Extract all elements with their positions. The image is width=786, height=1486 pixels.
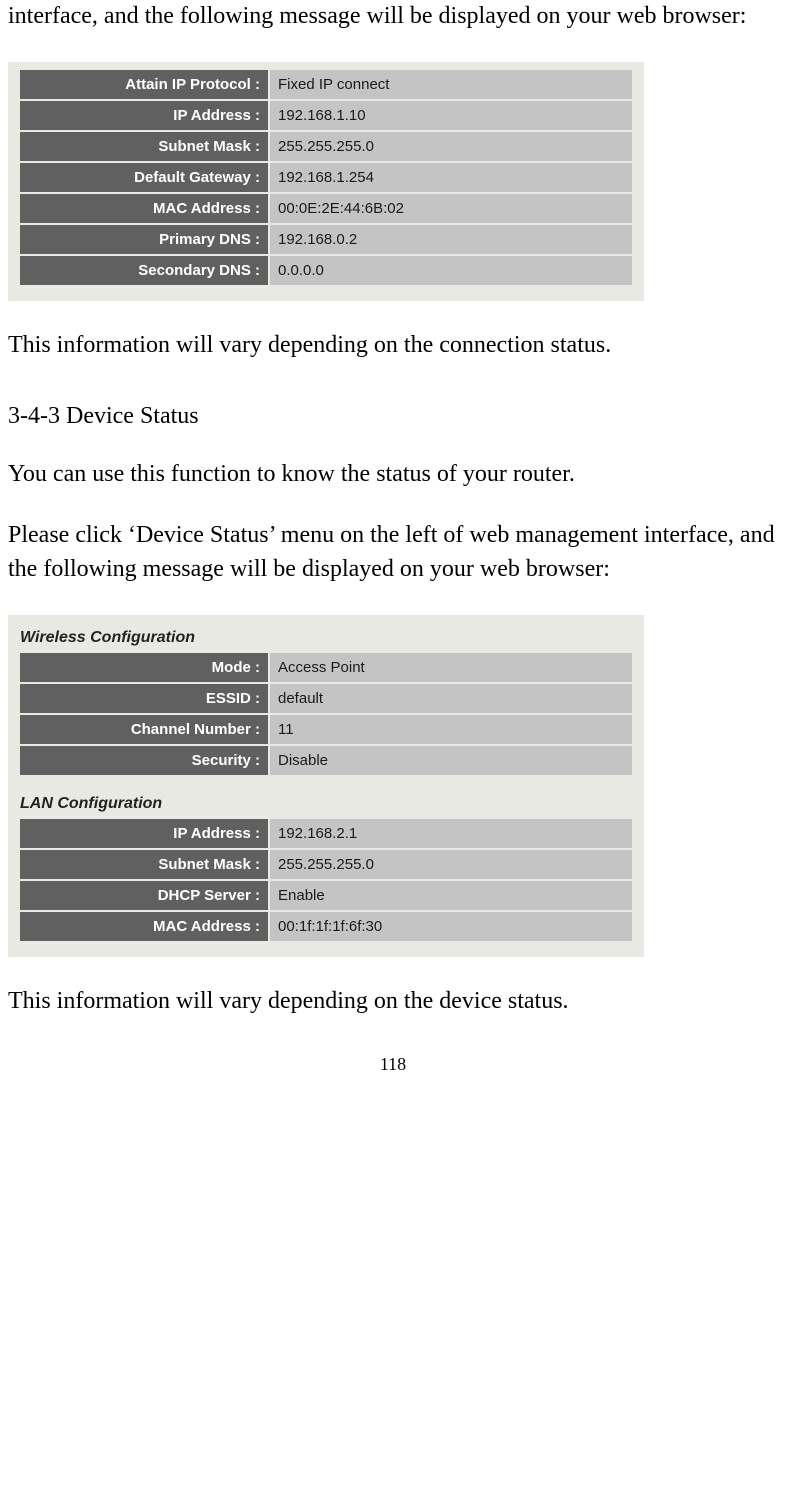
row-value: 255.255.255.0 — [270, 132, 632, 161]
row-value: 00:0E:2E:44:6B:02 — [270, 194, 632, 223]
row-label: ESSID : — [20, 684, 268, 713]
row-value: 192.168.1.10 — [270, 101, 632, 130]
table-row: Default Gateway :192.168.1.254 — [20, 163, 632, 192]
wireless-config-title: Wireless Configuration — [20, 629, 634, 647]
table-row: Mode :Access Point — [20, 653, 632, 682]
device-status-intro-a: You can use this function to know the st… — [8, 458, 778, 492]
row-value: 192.168.0.2 — [270, 225, 632, 254]
table-row: Primary DNS :192.168.0.2 — [20, 225, 632, 254]
table-row: MAC Address :00:1f:1f:1f:6f:30 — [20, 912, 632, 941]
row-value: 255.255.255.0 — [270, 850, 632, 879]
row-value: 192.168.1.254 — [270, 163, 632, 192]
row-value: 0.0.0.0 — [270, 256, 632, 285]
row-value: Enable — [270, 881, 632, 910]
after-table2-text: This information will vary depending on … — [8, 985, 778, 1019]
table-row: IP Address :192.168.1.10 — [20, 101, 632, 130]
row-label: Attain IP Protocol : — [20, 70, 268, 99]
row-label: Subnet Mask : — [20, 132, 268, 161]
ip-status-screenshot: Attain IP Protocol :Fixed IP connectIP A… — [8, 62, 644, 301]
table-row: Secondary DNS :0.0.0.0 — [20, 256, 632, 285]
row-label: Mode : — [20, 653, 268, 682]
table-row: DHCP Server :Enable — [20, 881, 632, 910]
table-row: Channel Number :11 — [20, 715, 632, 744]
table-row: Subnet Mask :255.255.255.0 — [20, 850, 632, 879]
row-value: 192.168.2.1 — [270, 819, 632, 848]
row-value: 11 — [270, 715, 632, 744]
row-label: Security : — [20, 746, 268, 775]
row-value: Access Point — [270, 653, 632, 682]
lan-config-tbody: IP Address :192.168.2.1Subnet Mask :255.… — [20, 819, 632, 941]
row-label: MAC Address : — [20, 194, 268, 223]
row-label: IP Address : — [20, 819, 268, 848]
ip-status-tbody: Attain IP Protocol :Fixed IP connectIP A… — [20, 70, 632, 285]
row-value: Disable — [270, 746, 632, 775]
row-label: Default Gateway : — [20, 163, 268, 192]
page-number: 118 — [8, 1054, 778, 1075]
row-label: IP Address : — [20, 101, 268, 130]
table-row: Subnet Mask :255.255.255.0 — [20, 132, 632, 161]
row-label: Subnet Mask : — [20, 850, 268, 879]
table-row: IP Address :192.168.2.1 — [20, 819, 632, 848]
table-row: ESSID :default — [20, 684, 632, 713]
row-label: DHCP Server : — [20, 881, 268, 910]
device-status-intro-b: Please click ‘Device Status’ menu on the… — [8, 519, 778, 586]
table-row: MAC Address :00:0E:2E:44:6B:02 — [20, 194, 632, 223]
row-value: default — [270, 684, 632, 713]
wireless-config-tbody: Mode :Access PointESSID :defaultChannel … — [20, 653, 632, 775]
row-value: 00:1f:1f:1f:6f:30 — [270, 912, 632, 941]
ip-status-table: Attain IP Protocol :Fixed IP connectIP A… — [18, 68, 634, 287]
wireless-config-table: Mode :Access PointESSID :defaultChannel … — [18, 651, 634, 777]
lan-config-table: IP Address :192.168.2.1Subnet Mask :255.… — [18, 817, 634, 943]
row-label: MAC Address : — [20, 912, 268, 941]
table-row: Security :Disable — [20, 746, 632, 775]
row-label: Primary DNS : — [20, 225, 268, 254]
table-row: Attain IP Protocol :Fixed IP connect — [20, 70, 632, 99]
intro-fragment: interface, and the following message wil… — [8, 0, 778, 34]
row-label: Secondary DNS : — [20, 256, 268, 285]
section-heading: 3-4-3 Device Status — [8, 400, 778, 434]
lan-config-title: LAN Configuration — [20, 795, 634, 813]
row-label: Channel Number : — [20, 715, 268, 744]
row-value: Fixed IP connect — [270, 70, 632, 99]
after-table1-text: This information will vary depending on … — [8, 329, 778, 363]
device-status-screenshot: Wireless Configuration Mode :Access Poin… — [8, 615, 644, 957]
